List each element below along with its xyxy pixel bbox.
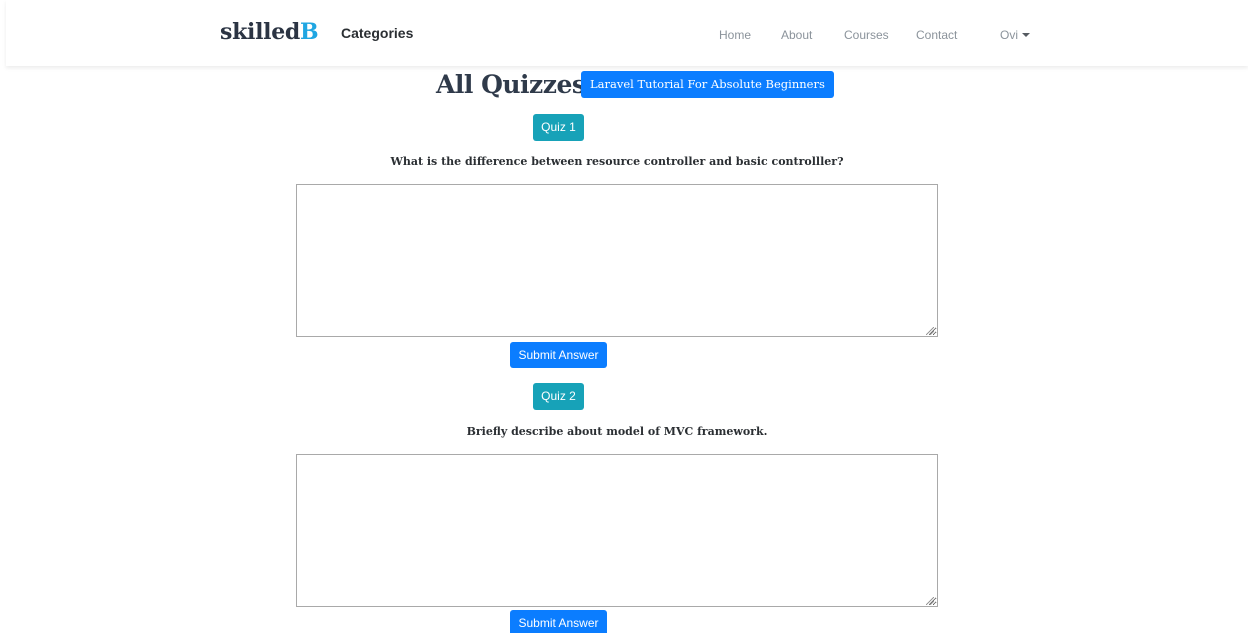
brand-logo[interactable]: skilledB <box>220 19 319 45</box>
nav-link-home[interactable]: Home <box>719 28 751 42</box>
brand-logo-accent: B <box>299 19 319 45</box>
nav-link-courses[interactable]: Courses <box>844 28 889 42</box>
nav-link-about[interactable]: About <box>781 28 812 42</box>
course-badge[interactable]: Laravel Tutorial For Absolute Beginners <box>581 71 834 98</box>
quiz-badge-2[interactable]: Quiz 2 <box>533 383 584 410</box>
quiz-question-2: Briefly describe about model of MVC fram… <box>466 425 768 438</box>
user-menu-label: Ovi <box>1000 28 1018 42</box>
resize-grip-icon[interactable] <box>926 327 934 335</box>
caret-down-icon <box>1022 33 1030 37</box>
brand-logo-main: skilled <box>220 19 300 45</box>
submit-answer-button-2[interactable]: Submit Answer <box>510 610 607 633</box>
categories-link[interactable]: Categories <box>341 25 413 41</box>
resize-grip-icon[interactable] <box>926 597 934 605</box>
answer-input-1[interactable] <box>296 184 938 337</box>
nav-link-contact[interactable]: Contact <box>916 28 957 42</box>
top-navbar: skilledB Categories Home About Courses C… <box>6 0 1248 66</box>
answer-input-2[interactable] <box>296 454 938 607</box>
submit-answer-button-1[interactable]: Submit Answer <box>510 342 607 368</box>
quiz-badge-1[interactable]: Quiz 1 <box>533 114 584 141</box>
user-menu-dropdown[interactable]: Ovi <box>1000 28 1030 42</box>
quiz-question-1: What is the difference between resource … <box>390 155 844 168</box>
page-title: All Quizzes <box>436 70 586 99</box>
